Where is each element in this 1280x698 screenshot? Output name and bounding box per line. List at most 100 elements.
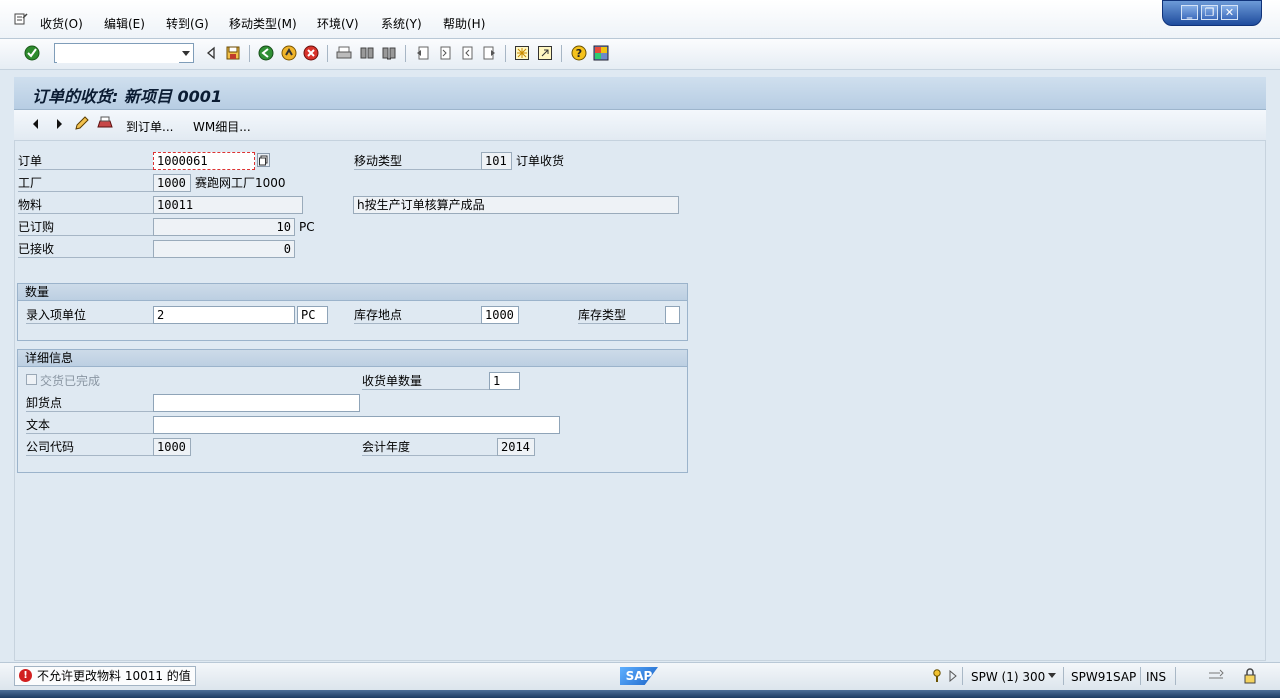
stock-type-input[interactable] xyxy=(665,306,680,324)
chevron-down-icon[interactable] xyxy=(182,51,190,56)
menu-system[interactable]: 系统(Y) xyxy=(381,15,422,32)
enter-icon[interactable] xyxy=(24,45,40,61)
back-icon[interactable] xyxy=(258,45,274,61)
page-title: 订单的收货: 新项目 0001 xyxy=(32,87,223,106)
quantity-group-title: 数量 xyxy=(18,284,687,301)
svg-text:?: ? xyxy=(576,47,582,60)
toolbar-divider xyxy=(405,45,406,62)
customize-layout-icon[interactable] xyxy=(593,45,609,61)
status-divider xyxy=(1063,667,1064,685)
command-input[interactable] xyxy=(57,45,179,63)
company-code-label: 公司代码 xyxy=(26,438,153,456)
connection-icon xyxy=(1209,669,1224,679)
toolbar-divider xyxy=(561,45,562,62)
fiscal-year-label: 会计年度 xyxy=(362,438,497,456)
movement-type-label: 移动类型 xyxy=(354,152,481,170)
close-icon[interactable]: ✕ xyxy=(1221,5,1238,20)
order-field[interactable]: 1000061 xyxy=(153,152,255,170)
wm-details-button[interactable]: WM细目... xyxy=(193,118,251,135)
entry-quantity-input[interactable]: 2 xyxy=(153,306,295,324)
menu-goto[interactable]: 转到(G) xyxy=(166,15,209,32)
menu-edit[interactable]: 编辑(E) xyxy=(104,15,145,32)
movement-type-field: 101 xyxy=(481,152,512,170)
previous-item-icon[interactable] xyxy=(30,118,42,130)
minimize-icon[interactable]: _ xyxy=(1181,5,1198,20)
ordered-label: 已订购 xyxy=(18,218,153,236)
to-order-button[interactable]: 到订单... xyxy=(126,118,173,135)
find-icon[interactable] xyxy=(359,45,375,61)
toolbar-divider xyxy=(327,45,328,62)
error-icon: ! xyxy=(19,669,32,682)
chevron-down-icon[interactable] xyxy=(1048,673,1056,678)
plant-label: 工厂 xyxy=(18,174,153,192)
text-input[interactable] xyxy=(153,416,560,434)
window-controls: _ ❐ ✕ xyxy=(1162,0,1262,26)
stock-type-label: 库存类型 xyxy=(578,306,664,324)
material-label: 物料 xyxy=(18,196,153,214)
system-info: SPW (1) 300 xyxy=(971,670,1046,684)
fiscal-year-field: 2014 xyxy=(497,438,535,456)
menu-icon[interactable] xyxy=(14,12,28,26)
application-toolbar: 到订单... WM细目... xyxy=(14,110,1266,141)
windows-taskbar xyxy=(0,690,1280,698)
insert-mode: INS xyxy=(1146,670,1167,684)
create-session-icon[interactable] xyxy=(514,45,530,61)
exit-icon[interactable] xyxy=(281,45,297,61)
menu-goods-receipt[interactable]: 收货(O) xyxy=(40,15,83,32)
toolbar-divider xyxy=(505,45,506,62)
lock-icon[interactable] xyxy=(1243,668,1257,684)
received-quantity-field: 0 xyxy=(153,240,295,258)
entry-unit-label: 录入项单位 xyxy=(26,306,153,324)
plant-field: 1000 xyxy=(153,174,191,192)
status-message[interactable]: ! 不允许更改物料 10011 的值 xyxy=(14,666,196,686)
company-code-field: 1000 xyxy=(153,438,191,456)
pencil-icon[interactable] xyxy=(74,116,89,131)
print-icon[interactable] xyxy=(336,45,352,61)
command-field[interactable] xyxy=(54,43,194,63)
cancel-icon[interactable] xyxy=(303,45,319,61)
status-divider xyxy=(1175,667,1176,685)
standard-toolbar: ? xyxy=(0,39,1280,70)
status-message-text: 不允许更改物料 10011 的值 xyxy=(37,669,191,683)
text-label: 文本 xyxy=(26,416,153,434)
unloading-point-input[interactable] xyxy=(153,394,360,412)
last-page-icon[interactable] xyxy=(481,45,497,61)
movement-type-description: 订单收货 xyxy=(516,154,565,168)
menu-bar: 收货(O) 编辑(E) 转到(G) 移动类型(M) 环境(V) 系统(Y) 帮助… xyxy=(0,0,1280,39)
menu-movement-type[interactable]: 移动类型(M) xyxy=(229,15,297,32)
toolbar-divider xyxy=(249,45,250,62)
shortcut-icon[interactable] xyxy=(537,45,553,61)
restore-icon[interactable]: ❐ xyxy=(1201,5,1218,20)
print-preview-icon[interactable] xyxy=(97,116,113,131)
order-label: 订单 xyxy=(18,152,153,170)
plant-description: 赛跑网工厂1000 xyxy=(195,176,286,190)
status-bar: ! 不允许更改物料 10011 的值 SAP SPW (1) 300 SPW91… xyxy=(0,662,1280,691)
sap-logo: SAP xyxy=(620,667,658,685)
title-bar: 订单的收货: 新项目 0001 xyxy=(14,77,1266,110)
detail-group-title: 详细信息 xyxy=(18,350,687,367)
gr-slips-input[interactable]: 1 xyxy=(489,372,520,390)
server-info: SPW91SAP xyxy=(1071,670,1137,684)
storage-location-label: 库存地点 xyxy=(354,306,481,324)
material-description-field: h按生产订单核算产成品 xyxy=(353,196,679,214)
ordered-quantity-field: 10 xyxy=(153,218,295,236)
entry-unit-input[interactable]: PC xyxy=(297,306,328,324)
delivery-completed-checkbox[interactable] xyxy=(26,374,37,385)
save-icon[interactable] xyxy=(225,45,241,61)
next-page-icon[interactable] xyxy=(459,45,475,61)
unloading-point-label: 卸货点 xyxy=(26,394,153,412)
key-icon[interactable] xyxy=(931,669,943,683)
expand-status-icon[interactable] xyxy=(948,670,958,682)
menu-environment[interactable]: 环境(V) xyxy=(317,15,359,32)
help-icon[interactable]: ? xyxy=(571,45,587,61)
first-page-icon[interactable] xyxy=(415,45,431,61)
copy-icon[interactable] xyxy=(257,153,270,167)
find-next-icon[interactable] xyxy=(381,45,397,61)
previous-page-icon[interactable] xyxy=(437,45,453,61)
back-arrow-icon[interactable] xyxy=(203,45,219,61)
storage-location-input[interactable]: 1000 xyxy=(481,306,519,324)
received-label: 已接收 xyxy=(18,240,153,258)
material-field: 10011 xyxy=(153,196,303,214)
menu-help[interactable]: 帮助(H) xyxy=(443,15,485,32)
next-item-icon[interactable] xyxy=(53,118,65,130)
